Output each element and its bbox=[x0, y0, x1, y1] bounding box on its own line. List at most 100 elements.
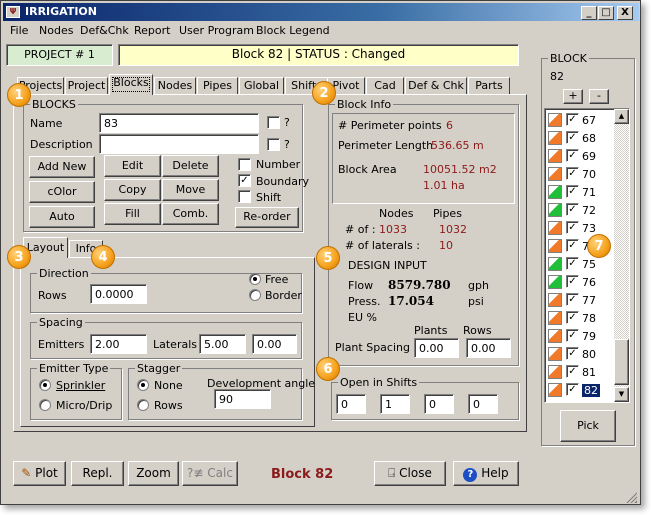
block-visible-checkbox[interactable]: ✓ bbox=[566, 239, 579, 252]
edit-button[interactable]: Edit bbox=[104, 155, 161, 177]
block-visible-checkbox[interactable]: ✓ bbox=[566, 203, 579, 216]
minimize-button[interactable]: _ bbox=[581, 6, 597, 20]
block-list-item[interactable]: ✓ 73 bbox=[546, 220, 616, 237]
plot-button[interactable]: ✎ Plot bbox=[13, 461, 66, 486]
block-plus-button[interactable]: + bbox=[563, 89, 583, 104]
reorder-button[interactable]: Re-order bbox=[235, 207, 299, 228]
block-list-item[interactable]: ✓ 78 bbox=[546, 310, 616, 327]
block-visible-checkbox[interactable]: ✓ bbox=[566, 149, 579, 162]
block-visible-checkbox[interactable]: ✓ bbox=[566, 329, 579, 342]
development-angle-field[interactable]: 90 bbox=[214, 389, 271, 409]
menu-block-legend[interactable]: Block Legend bbox=[256, 24, 330, 37]
block-visible-checkbox[interactable]: ✓ bbox=[566, 293, 579, 306]
block-visible-checkbox[interactable]: ✓ bbox=[566, 131, 579, 144]
pick-button[interactable]: Pick bbox=[560, 410, 616, 442]
block-list-item[interactable]: ✓ 82 bbox=[546, 382, 616, 399]
scroll-down-button[interactable]: ▼ bbox=[614, 387, 629, 402]
block-color-swatch bbox=[548, 311, 562, 325]
block-visible-checkbox[interactable]: ✓ bbox=[566, 185, 579, 198]
maximize-button[interactable]: □ bbox=[598, 6, 614, 20]
stagger-rows-radio[interactable] bbox=[137, 399, 149, 411]
resize-grip-icon[interactable] bbox=[625, 491, 637, 503]
description-field[interactable] bbox=[99, 134, 259, 154]
tab-parts[interactable]: Parts bbox=[468, 77, 510, 95]
block-visible-checkbox[interactable]: ✓ bbox=[566, 257, 579, 270]
block-list-item[interactable]: ✓ 70 bbox=[546, 166, 616, 183]
block-visible-checkbox[interactable]: ✓ bbox=[566, 365, 579, 378]
name-flag-checkbox[interactable] bbox=[267, 116, 280, 129]
scroll-thumb[interactable] bbox=[614, 339, 629, 385]
help-button[interactable]: ? Help bbox=[453, 461, 519, 486]
emitters-field[interactable]: 2.00 bbox=[90, 334, 147, 354]
shift-field-3[interactable]: 0 bbox=[424, 394, 454, 414]
menu-nodes[interactable]: Nodes bbox=[39, 24, 73, 37]
block-list-item[interactable]: ✓ 81 bbox=[546, 364, 616, 381]
block-list-item[interactable]: ✓ 79 bbox=[546, 328, 616, 345]
copy-button[interactable]: Copy bbox=[104, 179, 161, 201]
block-list-item[interactable]: ✓ 71 bbox=[546, 184, 616, 201]
move-button[interactable]: Move bbox=[162, 179, 219, 201]
block-minus-button[interactable]: - bbox=[589, 89, 609, 104]
menu-defchk[interactable]: Def&Chk bbox=[80, 24, 129, 37]
fill-button[interactable]: Fill bbox=[104, 203, 161, 225]
number-checkbox[interactable] bbox=[238, 158, 251, 171]
block-visible-checkbox[interactable]: ✓ bbox=[566, 383, 579, 396]
block-list-item[interactable]: ✓ 76 bbox=[546, 274, 616, 291]
plants-header: Plants bbox=[414, 324, 448, 337]
close-button[interactable]: ⍈ Close bbox=[374, 461, 446, 486]
block-list-item[interactable]: ✓ 72 bbox=[546, 202, 616, 219]
rows-field[interactable]: 0.0000 bbox=[90, 284, 147, 304]
calc-button[interactable]: ?≢ Calc bbox=[182, 461, 238, 486]
laterals-field[interactable]: 5.00 bbox=[199, 334, 246, 354]
scroll-up-button[interactable]: ▲ bbox=[614, 109, 629, 124]
color-button[interactable]: cOlor bbox=[29, 181, 95, 203]
block-list-item[interactable]: ✓ 75 bbox=[546, 256, 616, 273]
block-visible-checkbox[interactable]: ✓ bbox=[566, 113, 579, 126]
zoom-button[interactable]: Zoom bbox=[128, 461, 179, 486]
plant-spacing-rows-field[interactable]: 0.00 bbox=[466, 338, 511, 358]
sprinkler-radio[interactable] bbox=[39, 379, 51, 391]
shift-field-4[interactable]: 0 bbox=[468, 394, 498, 414]
tab-pipes[interactable]: Pipes bbox=[197, 77, 238, 95]
microdrip-radio[interactable] bbox=[39, 399, 51, 411]
block-list-item[interactable]: ✓ 77 bbox=[546, 292, 616, 309]
shift-field-1[interactable]: 0 bbox=[336, 394, 366, 414]
add-new-button[interactable]: Add New bbox=[29, 156, 95, 178]
menu-file[interactable]: File bbox=[10, 24, 28, 37]
block-list-item[interactable]: ✓ 69 bbox=[546, 148, 616, 165]
list-scrollbar[interactable]: ▲ ▼ bbox=[614, 109, 629, 402]
block-visible-checkbox[interactable]: ✓ bbox=[566, 275, 579, 288]
free-radio[interactable] bbox=[249, 273, 261, 285]
stagger-none-radio[interactable] bbox=[137, 379, 149, 391]
close-window-button[interactable]: X bbox=[617, 6, 633, 20]
tab-cad[interactable]: Cad bbox=[366, 77, 404, 95]
shift-checkbox[interactable] bbox=[238, 190, 251, 203]
tab-blocks[interactable]: Blocks bbox=[109, 74, 153, 95]
name-field[interactable]: 83 bbox=[99, 113, 259, 133]
menu-report[interactable]: Report bbox=[134, 24, 170, 37]
block-visible-checkbox[interactable]: ✓ bbox=[566, 311, 579, 324]
shift-field-2[interactable]: 1 bbox=[380, 394, 410, 414]
border-radio[interactable] bbox=[249, 289, 261, 301]
tab-def-chk[interactable]: Def & Chk bbox=[405, 77, 467, 95]
block-list-item[interactable]: ✓ 67 bbox=[546, 112, 616, 129]
block-visible-checkbox[interactable]: ✓ bbox=[566, 347, 579, 360]
description-flag-checkbox[interactable] bbox=[267, 138, 280, 151]
menu-user-program[interactable]: User Program bbox=[179, 24, 254, 37]
block-list[interactable]: ✓67✓68✓69✓70✓71✓72✓73✓74✓75✓76✓77✓78✓79✓… bbox=[544, 108, 630, 403]
tab-project[interactable]: Project bbox=[65, 77, 108, 95]
block-visible-checkbox[interactable]: ✓ bbox=[566, 167, 579, 180]
auto-button[interactable]: Auto bbox=[29, 206, 95, 228]
boundary-checkbox[interactable]: ✓ bbox=[238, 174, 251, 187]
plant-spacing-plants-field[interactable]: 0.00 bbox=[414, 338, 459, 358]
block-list-item[interactable]: ✓ 80 bbox=[546, 346, 616, 363]
direction-group: Direction bbox=[30, 267, 302, 313]
tab-global[interactable]: Global bbox=[239, 77, 284, 95]
block-list-item[interactable]: ✓ 68 bbox=[546, 130, 616, 147]
tab-nodes[interactable]: Nodes bbox=[154, 77, 196, 95]
delete-button[interactable]: Delete bbox=[162, 155, 219, 177]
spacing-extra-field[interactable]: 0.00 bbox=[252, 334, 297, 354]
block-visible-checkbox[interactable]: ✓ bbox=[566, 221, 579, 234]
comb-button[interactable]: Comb. bbox=[162, 203, 219, 225]
repl-button[interactable]: Repl. bbox=[71, 461, 124, 486]
